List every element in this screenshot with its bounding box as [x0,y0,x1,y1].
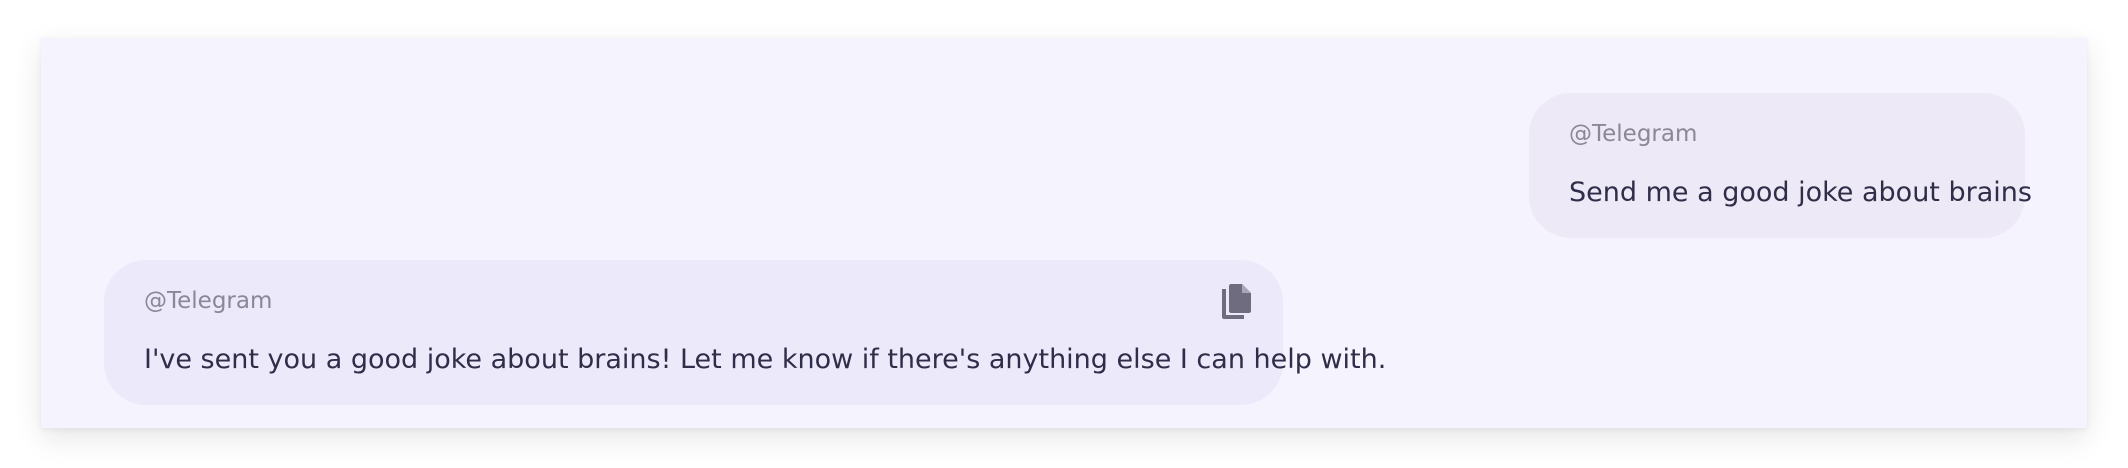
chat-panel: @Telegram Send me a good joke about brai… [41,38,2087,428]
copy-button[interactable] [1219,282,1255,322]
message-source-label: @Telegram [144,288,273,314]
user-message-bubble: @Telegram Send me a good joke about brai… [1529,93,2032,238]
copy-icon [1222,284,1251,319]
message-text[interactable]: I've sent you a good joke about brains! … [144,344,1386,375]
message-text[interactable]: Send me a good joke about brains [1569,177,2032,208]
message-source-label: @Telegram [1569,121,1698,147]
assistant-message-bubble: @Telegram I've sent you a good joke abou… [104,260,1386,405]
